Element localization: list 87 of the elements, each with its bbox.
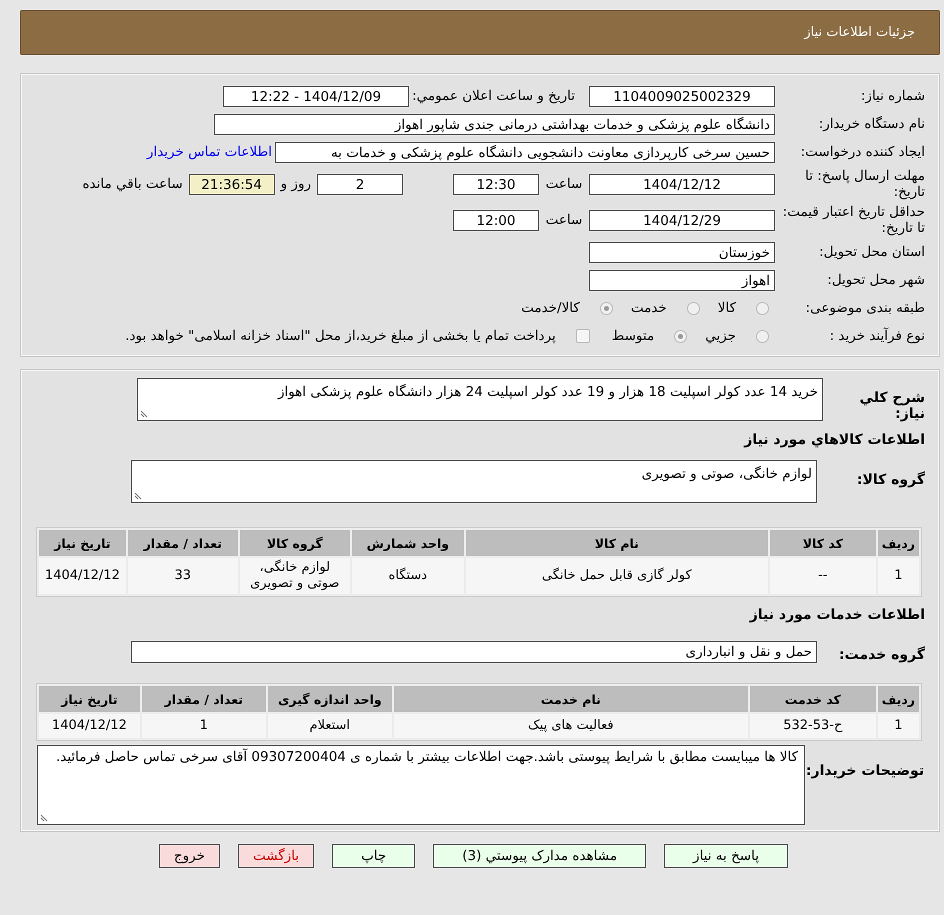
text-area-value: کالا ها میبایست مطابق با شرایط پیوستی باشد.جهت اطلاعات بیشتر با شماره ی 09307200404 آقای سرخی تماس حاصل فرمائید. (56, 749, 798, 765)
field-label: متوسط (612, 328, 654, 344)
section-heading: اطلاعات خدمات مورد نياز (748, 607, 925, 623)
column-header: نام خدمت (394, 686, 748, 712)
table-cell: 1 (142, 714, 266, 738)
text-field[interactable]: 1404/12/29 (589, 210, 775, 230)
text-area[interactable]: کالا ها میبایست مطابق با شرایط پیوستی باشد.جهت اطلاعات بیشتر با شماره ی 09307200404 آقای سرخی تماس حاصل فرمائید. (37, 745, 805, 825)
field-label: کالا (718, 300, 736, 316)
field-label: شهر محل تحویل: (826, 272, 925, 288)
text-field[interactable]: حمل و نقل و انبارداری (131, 641, 817, 663)
text-field[interactable]: اهواز (589, 270, 775, 290)
table-cell: ح-53-532 (750, 714, 876, 738)
column-header: واحد شمارش (352, 530, 464, 556)
field-label: ایجاد کننده درخواست: (800, 144, 925, 160)
table-cell: 1404/12/12 (39, 558, 126, 594)
field-label: نوع فرآیند خرید : (828, 328, 925, 344)
table-cell: 33 (128, 558, 238, 594)
text-field[interactable]: دانشگاه علوم پزشکی و خدمات بهداشتی درمانی جندی شاپور اهواز (214, 114, 775, 134)
text-area[interactable]: لوازم خانگی، صوتی و تصویری (131, 460, 817, 503)
text-field[interactable]: 21:36:54 (188, 174, 275, 194)
field-label: حداقل تاریخ اعتبار قیمت: تا تاریخ: (782, 204, 925, 236)
table-cell: استعلام (268, 714, 392, 738)
action-button[interactable]: بازگشت (238, 844, 314, 868)
table-cell: -- (770, 558, 876, 594)
resize-grip-icon[interactable] (40, 814, 48, 822)
column-header: گروه کالا (240, 530, 350, 556)
column-header: تاریخ نیاز (39, 530, 126, 556)
radio-button[interactable] (600, 302, 613, 314)
radio-button[interactable] (756, 302, 769, 314)
column-header: کد خدمت (750, 686, 876, 712)
field-label: ساعت (544, 176, 584, 192)
section-heading: اطلاعات كالاهاي مورد نياز (742, 432, 925, 448)
text-field[interactable]: خوزستان (589, 242, 775, 262)
field-label: ساعت باقي مانده (82, 176, 183, 192)
table-cell: کولر گازی قابل حمل خانگی (466, 558, 768, 594)
text-field[interactable]: 2 (317, 174, 403, 194)
text-field[interactable]: حسین سرخی کارپردازی معاونت دانشجویی دانشگاه علوم پزشکی و خدمات به (275, 142, 775, 162)
text-field[interactable]: 12:00 (453, 210, 539, 230)
field-label: توضیحات خریدار: (805, 762, 925, 779)
radio-button[interactable] (686, 302, 700, 314)
table-cell: فعالیت های پیک (394, 714, 748, 738)
table-cell: دستگاه (352, 558, 464, 594)
column-header: تعداد / مقدار (142, 686, 266, 712)
action-button[interactable]: مشاهده مدارک پيوستي (3) (433, 844, 646, 868)
column-header: تعداد / مقدار (128, 530, 238, 556)
resize-grip-icon[interactable] (134, 492, 142, 500)
field-label: مهلت ارسال پاسخ: تا تاریخ: (804, 168, 925, 200)
text-field[interactable]: 12:30 (453, 174, 539, 194)
field-label: تاریخ و ساعت اعلان عمومي: (415, 88, 575, 104)
action-button[interactable]: چاپ (332, 844, 416, 868)
column-header: رديف (878, 530, 919, 556)
column-header: واحد اندازه گیری (268, 686, 392, 712)
page-title: جزئیات اطلاعات نیاز (804, 25, 915, 40)
contact-link[interactable]: اطلاعات تماس خریدار (146, 144, 272, 160)
field-label: نام دستگاه خریدار: (818, 116, 925, 132)
table-cell: لوازم خانگی، صوتی و تصویری (240, 558, 350, 594)
text-area-value: لوازم خانگی، صوتی و تصویری (642, 466, 812, 482)
field-label: شماره نیاز: (860, 88, 925, 104)
field-label: ساعت (544, 212, 584, 228)
field-label: طبقه بندی موضوعی: (804, 300, 925, 316)
table-cell: 1 (878, 558, 919, 594)
text-field[interactable]: 1404/12/12 (589, 174, 775, 194)
field-label: گروه کالا: (856, 470, 925, 488)
column-header: کد کالا (770, 530, 876, 556)
column-header: تاریخ نیاز (39, 686, 140, 712)
text-field[interactable]: 1104009025002329 (589, 86, 775, 106)
radio-button[interactable] (756, 330, 769, 342)
resize-grip-icon[interactable] (140, 410, 148, 418)
field-label: استان محل تحویل: (818, 244, 925, 260)
field-label: شرح كلي نياز: (858, 389, 925, 422)
field-label: گروه خدمت: (838, 645, 925, 663)
text-field[interactable]: 1404/12/09 - 12:22 (223, 86, 409, 106)
field-label: جزيي (705, 328, 736, 344)
column-header: نام کالا (466, 530, 768, 556)
field-label: پرداخت تمام یا بخشی از مبلغ خرید،از محل "اسناد خزانه اسلامی" خواهد بود. (125, 328, 556, 344)
table-cell: 1 (878, 714, 919, 738)
field-label: کالا/خدمت (521, 300, 580, 316)
text-area[interactable]: خرید 14 عدد کولر اسپلیت 18 هزار و 19 عدد کولر اسپلیت 24 هزار دانشگاه علوم پزشکی اهواز (137, 378, 823, 421)
field-label: خدمت (630, 300, 667, 316)
action-button[interactable]: پاسخ به نياز (664, 844, 788, 868)
field-label: روز و (280, 176, 311, 192)
column-header: رديف (878, 686, 919, 712)
radio-button[interactable] (674, 330, 688, 342)
checkbox[interactable] (576, 329, 590, 343)
action-button[interactable]: خروج (158, 844, 220, 868)
table-cell: 1404/12/12 (39, 714, 140, 738)
text-area-value: خرید 14 عدد کولر اسپلیت 18 هزار و 19 عدد کولر اسپلیت 24 هزار دانشگاه علوم پزشکی اهواز (278, 384, 818, 400)
